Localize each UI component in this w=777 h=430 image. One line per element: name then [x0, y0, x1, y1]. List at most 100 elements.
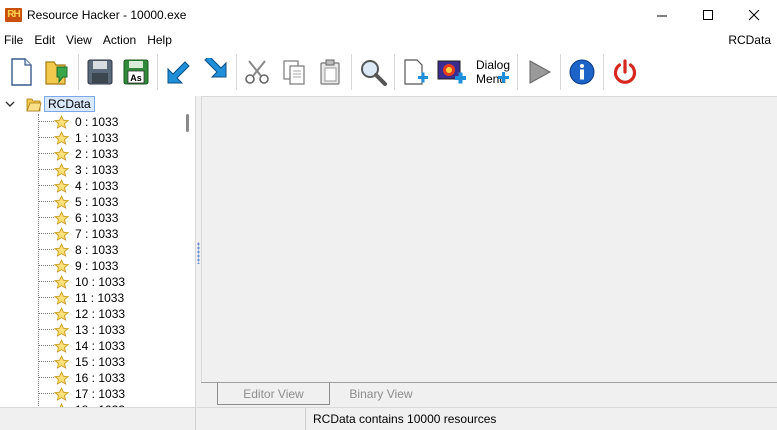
- find-button[interactable]: [355, 52, 391, 92]
- window-title: Resource Hacker - 10000.exe: [27, 8, 187, 22]
- tree-item[interactable]: 14 : 1033: [0, 338, 180, 354]
- tree-root-rcdata[interactable]: RCData: [44, 96, 95, 112]
- tree-item-label: 11 : 1033: [75, 291, 125, 305]
- star-icon: [54, 259, 69, 273]
- chevron-down-icon[interactable]: [5, 99, 15, 109]
- tree-connector-line: [38, 217, 54, 218]
- tree-scrollbar[interactable]: [181, 96, 195, 407]
- compile-script-button[interactable]: [521, 52, 557, 92]
- star-icon: [54, 291, 69, 305]
- cut-button[interactable]: [240, 52, 276, 92]
- add-dialog-menu-button[interactable]: Dialog Menu: [470, 52, 514, 92]
- tree-item[interactable]: 15 : 1033: [0, 354, 180, 370]
- export-button[interactable]: [197, 52, 233, 92]
- info-icon: [569, 59, 595, 85]
- minimize-button[interactable]: [639, 0, 685, 30]
- tree-item-label: 12 : 1033: [75, 307, 126, 321]
- tree-item[interactable]: 7 : 1033: [0, 226, 180, 242]
- editor-area[interactable]: [201, 96, 777, 382]
- add-blank-resource-icon: [404, 59, 428, 85]
- tree-item-label: 6 : 1033: [75, 211, 119, 225]
- tree-item[interactable]: 3 : 1033: [0, 162, 180, 178]
- tree-connector-line: [38, 281, 54, 282]
- tree-connector-line: [38, 153, 54, 154]
- status-segment-middle: [196, 408, 306, 430]
- tree-item[interactable]: 2 : 1033: [0, 146, 180, 162]
- exit-button[interactable]: [607, 52, 643, 92]
- close-button[interactable]: [731, 0, 777, 30]
- tree-item-label: 7 : 1033: [75, 227, 119, 241]
- star-icon: [54, 131, 69, 145]
- tree-item[interactable]: 8 : 1033: [0, 242, 180, 258]
- new-file-button[interactable]: [3, 52, 39, 92]
- tree-item-label: 8 : 1033: [75, 243, 119, 257]
- menu-help[interactable]: Help: [142, 30, 178, 50]
- tree-item-label: 17 : 1033: [75, 387, 126, 401]
- power-icon: [613, 59, 637, 84]
- menu-bar: File Edit View Action Help RCData: [0, 30, 777, 50]
- tree-connector-line: [38, 329, 54, 330]
- close-icon: [748, 9, 759, 20]
- tree-item-label: 2 : 1033: [75, 147, 119, 161]
- menu-edit[interactable]: Edit: [29, 30, 61, 50]
- tab-binary-view[interactable]: Binary View: [331, 383, 431, 405]
- tree-connector-line: [38, 393, 54, 394]
- title-bar: RH Resource Hacker - 10000.exe: [0, 0, 777, 30]
- toolbar-separator: [78, 54, 79, 90]
- star-icon: [54, 323, 69, 337]
- scissors-icon: [245, 60, 269, 84]
- tab-editor-view[interactable]: Editor View: [217, 383, 330, 405]
- tree-connector-line: [38, 137, 54, 138]
- menu-view[interactable]: View: [61, 30, 98, 50]
- tree-connector-line: [38, 201, 54, 202]
- arrow-down-left-icon: [167, 61, 190, 84]
- tree-connector-line: [38, 361, 54, 362]
- tree-item-label: 14 : 1033: [75, 339, 126, 353]
- svg-text:As: As: [130, 73, 142, 83]
- maximize-button[interactable]: [685, 0, 731, 30]
- paste-button[interactable]: [312, 52, 348, 92]
- tree-item-label: 13 : 1033: [75, 323, 126, 337]
- status-bar: RCData contains 10000 resources: [0, 407, 777, 430]
- star-icon: [54, 355, 69, 369]
- tree-connector-line: [38, 297, 54, 298]
- about-button[interactable]: [564, 52, 600, 92]
- tree-item[interactable]: 11 : 1033: [0, 290, 180, 306]
- save-button[interactable]: [82, 52, 118, 92]
- tree-item[interactable]: 17 : 1033: [0, 386, 180, 402]
- play-icon: [529, 60, 552, 84]
- tree-connector-line: [38, 345, 54, 346]
- tree-connector-line: [38, 121, 54, 122]
- star-icon: [54, 339, 69, 353]
- tree-item[interactable]: 4 : 1033: [0, 178, 180, 194]
- tree-item[interactable]: 1 : 1033: [0, 130, 180, 146]
- save-as-button[interactable]: As: [118, 52, 154, 92]
- star-icon: [54, 387, 69, 401]
- tree-item[interactable]: 5 : 1033: [0, 194, 180, 210]
- tree-item-label: 3 : 1033: [75, 163, 119, 177]
- tree-item[interactable]: 10 : 1033: [0, 274, 180, 290]
- tree-item-label: 4 : 1033: [75, 179, 119, 193]
- add-image-resource-button[interactable]: [434, 52, 470, 92]
- tree-item[interactable]: 0 : 1033: [0, 114, 180, 130]
- tree-item[interactable]: 6 : 1033: [0, 210, 180, 226]
- tree-item[interactable]: 12 : 1033: [0, 306, 180, 322]
- resource-tree[interactable]: RCData 0 : 1033 1 : 1033 2 : 1033 3 : 1033 4…: [0, 96, 196, 407]
- import-button[interactable]: [161, 52, 197, 92]
- copy-button[interactable]: [276, 52, 312, 92]
- tree-item[interactable]: 13 : 1033: [0, 322, 180, 338]
- tree-scrollbar-thumb[interactable]: [186, 114, 189, 132]
- toolbar-separator: [351, 54, 352, 90]
- menu-file[interactable]: File: [0, 30, 29, 50]
- open-folder-icon: [45, 61, 68, 85]
- tree-item[interactable]: 9 : 1033: [0, 258, 180, 274]
- tree-item[interactable]: 16 : 1033: [0, 370, 180, 386]
- add-blank-resource-button[interactable]: [398, 52, 434, 92]
- tree-item-label: 1 : 1033: [75, 131, 119, 145]
- splitter-grip[interactable]: [197, 242, 200, 264]
- menu-action[interactable]: Action: [98, 30, 142, 50]
- star-icon: [54, 307, 69, 321]
- tree-connector-line: [38, 377, 54, 378]
- star-icon: [54, 179, 69, 193]
- open-file-button[interactable]: [39, 52, 75, 92]
